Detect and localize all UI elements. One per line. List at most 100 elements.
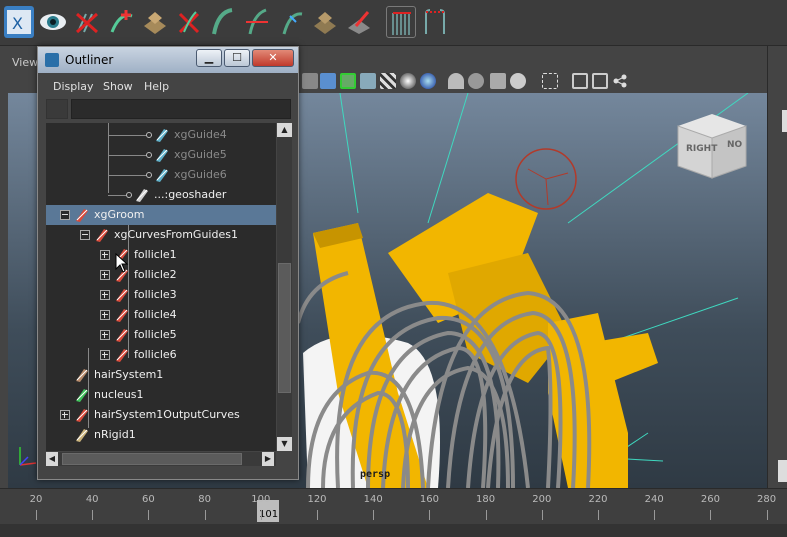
- outliner-row[interactable]: xgGuide4: [46, 125, 276, 145]
- collapse-toggle[interactable]: [60, 210, 70, 220]
- menu-display[interactable]: Display: [53, 80, 94, 93]
- outliner-row[interactable]: xgCurvesFromGuides1: [46, 225, 276, 245]
- expand-toggle[interactable]: [100, 350, 110, 360]
- snap-guide-icon[interactable]: [344, 6, 374, 38]
- guide-bend-icon[interactable]: [276, 6, 306, 38]
- timeline-tick: [541, 510, 543, 520]
- eye-visibility-icon[interactable]: [38, 6, 68, 38]
- xray-joints-icon[interactable]: [592, 73, 608, 89]
- outliner-row[interactable]: hairSystem1OutputCurves: [46, 405, 276, 425]
- timeline-tick-label: 280: [757, 494, 777, 505]
- outliner-row[interactable]: nucleus1: [46, 385, 276, 405]
- delete-guide-icon[interactable]: [174, 6, 204, 38]
- outliner-row[interactable]: xgGuide6: [46, 165, 276, 185]
- wireframe-on-shaded-icon[interactable]: [340, 73, 356, 89]
- outliner-horizontal-scrollbar[interactable]: ◀ ▶: [46, 452, 276, 466]
- scroll-down-button[interactable]: ▼: [277, 437, 292, 451]
- outliner-titlebar[interactable]: Outliner ▁ ☐ ✕: [38, 47, 298, 73]
- outliner-row[interactable]: follicle2: [46, 265, 276, 285]
- timeline-tick-label: 220: [588, 494, 608, 505]
- scroll-left-button[interactable]: ◀: [46, 452, 58, 466]
- minimize-button[interactable]: ▁: [196, 49, 222, 67]
- outliner-row[interactable]: xgGuide5: [46, 145, 276, 165]
- time-slider[interactable]: [0, 488, 787, 524]
- viewport-view-menu[interactable]: View: [12, 56, 38, 69]
- menu-show[interactable]: Show: [103, 80, 133, 93]
- lighting-icon[interactable]: [400, 73, 416, 89]
- outliner-row[interactable]: follicle1: [46, 245, 276, 265]
- xgen-window-icon[interactable]: X: [4, 6, 34, 38]
- view-cube[interactable]: RIGHT NO: [672, 104, 752, 184]
- xgen-guide-icon: [154, 167, 170, 183]
- expand-toggle[interactable]: [100, 310, 110, 320]
- outliner-row-label: follicle2: [134, 268, 177, 281]
- outliner-tree[interactable]: xgGuide4 xgGuide5 xgGuide6 ...:geoshader xgG…: [46, 123, 276, 451]
- follicle-icon: [114, 307, 130, 323]
- expand-toggle[interactable]: [100, 290, 110, 300]
- density-brush-icon[interactable]: [386, 6, 416, 38]
- textured-icon[interactable]: [360, 73, 376, 89]
- collapse-toggle[interactable]: [80, 230, 90, 240]
- panel-scroll-handle[interactable]: [782, 110, 787, 132]
- outliner-row[interactable]: hairSystem1: [46, 365, 276, 385]
- expand-toggle[interactable]: [60, 410, 70, 420]
- checker-icon[interactable]: [380, 73, 396, 89]
- menu-help[interactable]: Help: [144, 80, 169, 93]
- timeline-tick: [485, 510, 487, 520]
- output-curves-icon: [74, 407, 90, 423]
- range-slider[interactable]: [0, 524, 787, 537]
- outliner-row[interactable]: xgGroom: [46, 205, 276, 225]
- xray-icon[interactable]: [572, 73, 588, 89]
- expand-toggle[interactable]: [100, 270, 110, 280]
- outliner-row[interactable]: follicle6: [46, 345, 276, 365]
- guide-curve-icon[interactable]: [208, 6, 238, 38]
- smooth-shade-icon[interactable]: [320, 73, 336, 89]
- timeline-tick-label: 60: [142, 494, 155, 505]
- outliner-row-label: nucleus1: [94, 388, 144, 401]
- timeline-tick-label: 40: [85, 494, 99, 505]
- outliner-vertical-scrollbar[interactable]: ▲ ▼: [277, 123, 292, 451]
- outliner-search-input[interactable]: [71, 99, 291, 119]
- motion-blur-icon[interactable]: [468, 73, 484, 89]
- outliner-row-label: hairSystem1: [94, 368, 164, 381]
- timeline-tick: [766, 510, 768, 520]
- outliner-row-label: follicle1: [134, 248, 177, 261]
- guide-length-icon[interactable]: [242, 6, 272, 38]
- expand-toggle[interactable]: [100, 250, 110, 260]
- scroll-right-button[interactable]: ▶: [262, 452, 274, 466]
- curves-icon: [94, 227, 110, 243]
- outliner-row-label: follicle4: [134, 308, 177, 321]
- xgen-guide-icon: [154, 127, 170, 143]
- timeline-tick-label: 140: [363, 494, 383, 505]
- ambient-occlusion-icon[interactable]: [448, 73, 464, 89]
- expand-toggle[interactable]: [100, 330, 110, 340]
- depth-of-field-icon[interactable]: [510, 73, 526, 89]
- add-guide-icon[interactable]: [106, 6, 136, 38]
- outliner-row[interactable]: follicle4: [46, 305, 276, 325]
- wireframe-icon[interactable]: [302, 73, 318, 89]
- shadow-icon[interactable]: [420, 73, 436, 89]
- filter-icon[interactable]: [46, 99, 68, 119]
- scroll-thumb-horizontal[interactable]: [62, 453, 242, 465]
- isolate-select-icon[interactable]: [542, 73, 558, 89]
- groom-tiles-icon[interactable]: [310, 6, 340, 38]
- outliner-row[interactable]: follicle3: [46, 285, 276, 305]
- outliner-row[interactable]: nRigid1: [46, 425, 276, 445]
- panel-bottom-handle[interactable]: [778, 460, 787, 482]
- outliner-window: Outliner ▁ ☐ ✕ Display Show Help xgGuide…: [37, 46, 299, 480]
- close-button[interactable]: ✕: [252, 49, 294, 67]
- share-icon[interactable]: [612, 73, 628, 89]
- outliner-row[interactable]: ...:geoshader: [46, 185, 276, 205]
- svg-text:X: X: [12, 14, 23, 33]
- scroll-thumb[interactable]: [278, 263, 291, 393]
- timeline-tick: [373, 510, 375, 520]
- grow-guides-icon[interactable]: [420, 6, 450, 38]
- timeline-tick: [204, 510, 206, 520]
- outliner-row[interactable]: follicle5: [46, 325, 276, 345]
- scroll-up-button[interactable]: ▲: [277, 123, 292, 137]
- anti-alias-icon[interactable]: [490, 73, 506, 89]
- maximize-button[interactable]: ☐: [224, 49, 250, 67]
- viewcube-right-face: RIGHT: [686, 144, 718, 154]
- sculpt-guide-icon[interactable]: [140, 6, 170, 38]
- hide-guides-icon[interactable]: [72, 6, 102, 38]
